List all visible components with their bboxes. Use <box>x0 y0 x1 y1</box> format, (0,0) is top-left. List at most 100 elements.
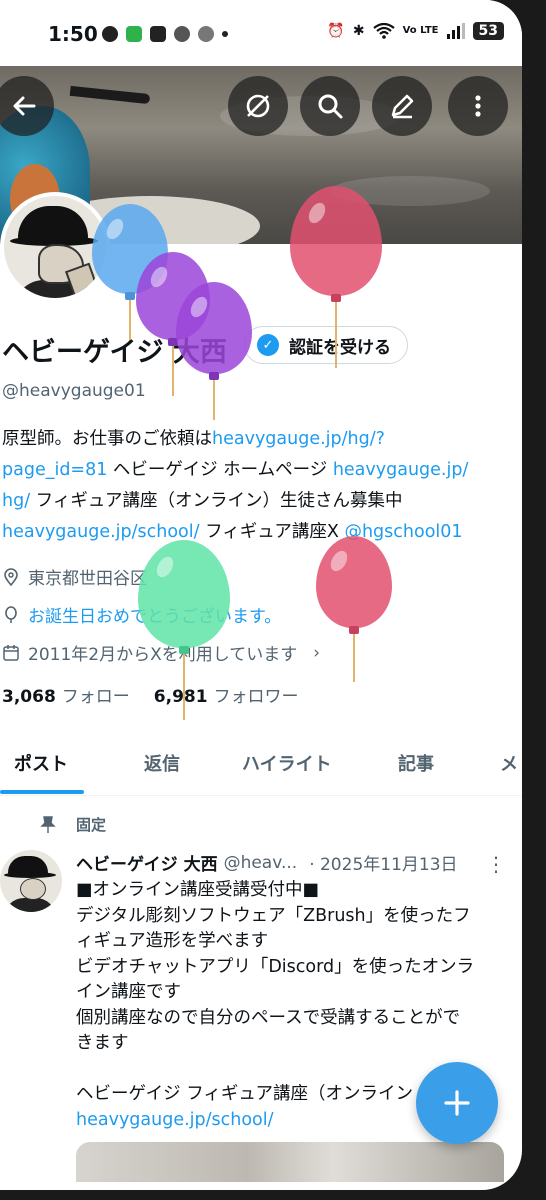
fan-icon <box>198 26 214 42</box>
bio-text: 原型師。お仕事のご依頼は <box>2 429 212 449</box>
app-icon <box>174 26 190 42</box>
more-button[interactable] <box>448 76 508 136</box>
balloon-knot <box>125 292 135 300</box>
grok-icon <box>246 94 270 118</box>
bio-link[interactable]: heavygauge.jp/hg/? <box>212 429 385 449</box>
following-link[interactable]: 3,068 フォロー <box>2 682 130 707</box>
following-count: 3,068 <box>2 687 56 707</box>
notification-icons <box>102 26 228 42</box>
balloon-string <box>335 302 337 368</box>
tab-posts[interactable]: ポスト <box>14 750 68 776</box>
verified-badge-icon: ✓ <box>257 334 279 356</box>
search-icon <box>318 94 343 119</box>
dot-icon <box>222 31 228 37</box>
post-line: きます <box>76 1033 129 1053</box>
system-icons: ⏰ ✱ Vo LTE 53 <box>327 22 504 40</box>
balloon-body <box>176 282 252 374</box>
battery-level: 53 <box>472 22 504 40</box>
post-line: デジタル彫刻ソフトウェア「ZBrush」を使ったフ <box>76 905 471 926</box>
follow-counts: 3,068 フォロー 6,981 フォロワー <box>2 682 299 707</box>
balloon-string <box>213 380 215 420</box>
profile-tabs: ポスト 返信 ハイライト 記事 メ <box>0 732 522 796</box>
profile-location: 東京都世田谷区 <box>2 564 147 589</box>
network-label: Vo LTE <box>402 25 439 36</box>
bio-text: ヘビーゲイジ ホームページ <box>107 460 333 480</box>
profile-bio: 原型師。お仕事のご依頼はheavygauge.jp/hg/? page_id=8… <box>2 424 512 548</box>
balloon-knot <box>209 372 219 380</box>
bluetooth-icon: ✱ <box>352 23 365 39</box>
chevron-right-icon: › <box>313 642 321 663</box>
search-button[interactable] <box>300 76 360 136</box>
profile-handle: @heavygauge01 <box>2 381 146 401</box>
balloon-knot <box>331 294 341 302</box>
more-vertical-icon <box>475 95 481 117</box>
bio-link[interactable]: hg/ <box>2 491 30 511</box>
balloon-string <box>172 346 174 396</box>
plus-icon <box>444 1090 470 1116</box>
tab-media[interactable]: メ <box>500 750 518 776</box>
train-icon <box>150 26 166 42</box>
post-line: ィギュア造形を学べます <box>76 931 269 951</box>
followers-count: 6,981 <box>153 687 208 707</box>
pinned-label: 固定 <box>76 816 107 834</box>
get-verified-label: 認証を受ける <box>289 337 391 358</box>
post-line: ビデオチャットアプリ「Discord」を使ったオンラ <box>76 956 475 977</box>
pin-icon <box>40 815 56 833</box>
app-screen: 1:50 ⏰ ✱ Vo LTE 53 ヘビーゲイジ 大西 ✓ 認証を受ける @h… <box>0 0 522 1190</box>
edit-icon <box>391 94 414 119</box>
edit-button[interactable] <box>372 76 432 136</box>
post-line: イン講座です <box>76 982 181 1002</box>
tab-articles[interactable]: 記事 <box>398 750 434 776</box>
status-time: 1:50 <box>48 22 98 46</box>
get-verified-button[interactable]: ✓ 認証を受ける <box>244 326 408 364</box>
tab-highlights[interactable]: ハイライト <box>242 750 332 776</box>
profile-joined[interactable]: 2011年2月からXを利用しています › <box>2 640 320 665</box>
post-line: 個別講座なので自分のペースで受講することがで <box>76 1007 461 1028</box>
wifi-icon <box>372 23 395 39</box>
location-text: 東京都世田谷区 <box>28 569 147 589</box>
pinned-label-row: 固定 <box>38 814 106 835</box>
post-more-icon[interactable]: ⋮ <box>486 852 506 876</box>
followers-link[interactable]: 6,981 フォロワー <box>154 682 299 707</box>
status-bar: 1:50 ⏰ ✱ Vo LTE 53 <box>0 0 522 66</box>
balloon-string <box>353 634 355 682</box>
balloon-string <box>129 300 131 340</box>
post-date[interactable]: · 2025年11月13日 <box>309 850 457 875</box>
tab-replies[interactable]: 返信 <box>144 750 180 776</box>
back-arrow-icon <box>13 96 36 116</box>
followers-label: フォロワー <box>213 687 299 707</box>
bio-text: フィギュア講座X <box>199 522 345 542</box>
bio-link[interactable]: page_id=81 <box>2 460 107 480</box>
chat-icon <box>102 26 118 42</box>
active-tab-indicator <box>0 790 84 794</box>
post-author-name[interactable]: ヘビーゲイジ 大西 <box>76 850 218 875</box>
avatar-coat <box>4 898 56 912</box>
line-app-icon <box>126 26 142 42</box>
avatar-mask <box>20 878 46 900</box>
balloon-knot <box>179 646 189 654</box>
balloon-string <box>183 654 185 720</box>
location-pin-icon <box>4 567 18 586</box>
balloon-icon <box>5 605 17 623</box>
bio-link[interactable]: heavygauge.jp/school/ <box>2 522 200 542</box>
calendar-icon <box>3 644 19 661</box>
bird-beak <box>69 85 151 105</box>
balloon-body <box>290 186 382 296</box>
balloon-body <box>316 536 392 628</box>
alarm-icon: ⏰ <box>327 23 345 39</box>
avatar-hat-brim <box>4 872 56 878</box>
compose-post-button[interactable] <box>416 1062 498 1144</box>
post-author-handle: @heav... <box>223 852 298 873</box>
joined-text: 2011年2月からXを利用しています <box>28 645 298 665</box>
bio-link[interactable]: heavygauge.jp/ <box>333 460 469 480</box>
post-line: ■オンライン講座受講受付中■ <box>76 880 320 900</box>
signal-icon <box>446 23 465 39</box>
bio-text: フィギュア講座（オンライン）生徒さん募集中 <box>30 491 403 511</box>
balloon-knot <box>349 626 359 634</box>
post-header: ヘビーゲイジ 大西 @heav... · 2025年11月13日 <box>76 850 516 876</box>
grok-button[interactable] <box>228 76 288 136</box>
post-media-image[interactable] <box>76 1142 504 1182</box>
following-label: フォロー <box>61 687 130 707</box>
balloon-body <box>138 540 230 648</box>
post-author-avatar[interactable] <box>0 850 62 912</box>
